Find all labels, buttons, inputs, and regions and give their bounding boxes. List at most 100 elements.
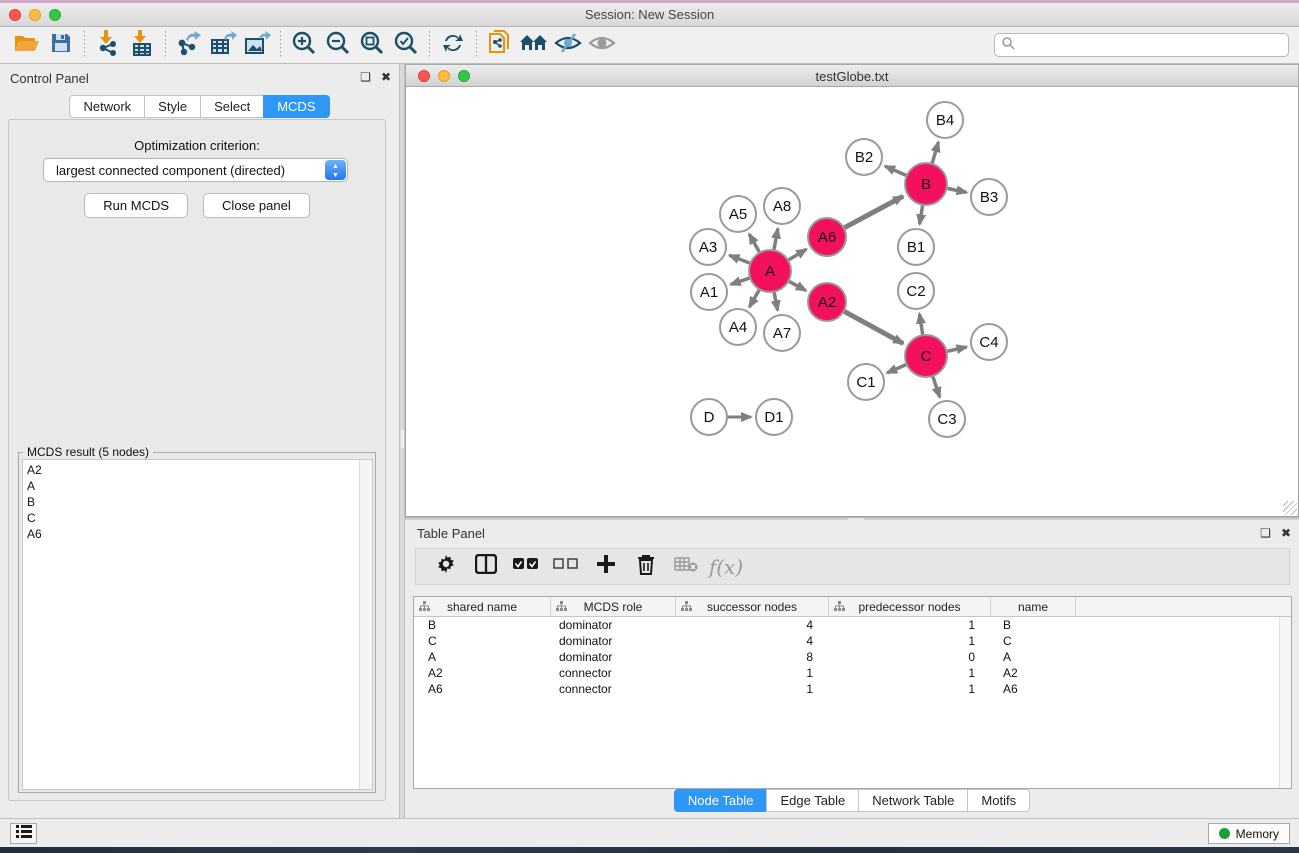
node-A[interactable]: A <box>749 250 791 292</box>
network-window-titlebar[interactable]: testGlobe.txt <box>405 64 1299 87</box>
mcds-result-item[interactable]: C <box>27 510 372 526</box>
node-A8[interactable]: A8 <box>764 188 800 224</box>
node-B[interactable]: B <box>905 163 947 205</box>
node-A3[interactable]: A3 <box>690 229 726 265</box>
node-A2[interactable]: A2 <box>808 283 846 321</box>
cell-name[interactable]: C <box>991 634 1076 648</box>
node-A1[interactable]: A1 <box>691 274 727 310</box>
cell-MCDS-role[interactable]: connector <box>551 666 676 680</box>
column-header-MCDS-role[interactable]: MCDS role <box>551 597 676 616</box>
cell-name[interactable]: A6 <box>991 682 1076 696</box>
close-panel-icon[interactable]: ✖ <box>1281 527 1291 539</box>
edge-A-A5[interactable] <box>749 234 759 253</box>
import-table-button[interactable] <box>125 30 159 60</box>
node-A7[interactable]: A7 <box>764 315 800 351</box>
float-panel-icon[interactable]: ❑ <box>1260 527 1271 539</box>
table-row[interactable]: Cdominator41C <box>414 633 1291 649</box>
column-header-shared-name[interactable]: shared name <box>414 597 551 616</box>
split-view-button[interactable] <box>468 552 504 582</box>
zoom-selected-button[interactable] <box>389 30 423 60</box>
network-canvas[interactable]: AA1A3A5A8A4A7A6A2BB1B2B3B4CC1C2C3C4DD1 <box>405 87 1299 517</box>
edge-B-B2[interactable] <box>885 166 907 175</box>
cell-predecessor-nodes[interactable]: 1 <box>829 618 991 632</box>
zoom-in-button[interactable] <box>287 30 321 60</box>
edge-A-A4[interactable] <box>749 289 759 307</box>
cell-predecessor-nodes[interactable]: 1 <box>829 634 991 648</box>
hide-graphics-button[interactable] <box>551 30 585 60</box>
open-session-button[interactable] <box>10 30 44 60</box>
mcds-result-item[interactable]: A2 <box>27 462 372 478</box>
edge-A-A6[interactable] <box>788 249 806 260</box>
delete-column-button[interactable] <box>628 552 664 582</box>
import-network-button[interactable] <box>91 30 125 60</box>
edge-A-A8[interactable] <box>774 229 778 251</box>
edge-B-B1[interactable] <box>920 205 923 225</box>
edge-C-C1[interactable] <box>887 364 907 373</box>
refresh-button[interactable] <box>436 30 470 60</box>
new-network-button[interactable] <box>483 30 517 60</box>
mcds-result-list[interactable]: A2ABCA6 <box>22 459 373 790</box>
tab-motifs[interactable]: Motifs <box>967 789 1030 812</box>
export-image-button[interactable] <box>240 30 274 60</box>
tab-node-table[interactable]: Node Table <box>674 789 767 812</box>
cell-shared-name[interactable]: B <box>414 618 551 632</box>
cell-shared-name[interactable]: A <box>414 650 551 664</box>
table-row[interactable]: Bdominator41B <box>414 617 1291 633</box>
create-column-button[interactable] <box>588 552 624 582</box>
table-settings-button[interactable] <box>428 552 464 582</box>
column-header-name[interactable]: name <box>991 597 1076 616</box>
cell-name[interactable]: A2 <box>991 666 1076 680</box>
zoom-out-button[interactable] <box>321 30 355 60</box>
tab-mcds[interactable]: MCDS <box>263 95 329 118</box>
column-header-successor-nodes[interactable]: successor nodes <box>676 597 829 616</box>
node-table[interactable]: shared nameMCDS rolesuccessor nodesprede… <box>413 596 1292 789</box>
task-history-button[interactable] <box>10 823 37 844</box>
close-panel-button[interactable]: Close panel <box>203 193 310 218</box>
edge-B-B4[interactable] <box>932 142 938 164</box>
run-mcds-button[interactable]: Run MCDS <box>84 193 188 218</box>
table-row[interactable]: A2connector11A2 <box>414 665 1291 681</box>
edge-A-A1[interactable] <box>731 278 750 285</box>
save-session-button[interactable] <box>44 30 78 60</box>
mcds-result-item[interactable]: A6 <box>27 526 372 542</box>
resize-grip-icon[interactable] <box>1283 501 1297 515</box>
tab-style[interactable]: Style <box>144 95 200 118</box>
edge-B-B3[interactable] <box>947 188 967 192</box>
edge-C-C4[interactable] <box>946 347 966 351</box>
memory-button[interactable]: Memory <box>1208 823 1290 844</box>
cell-successor-nodes[interactable]: 1 <box>676 666 829 680</box>
node-C1[interactable]: C1 <box>848 364 884 400</box>
cell-name[interactable]: B <box>991 618 1076 632</box>
show-graphics-button[interactable] <box>585 30 619 60</box>
export-table-button[interactable] <box>206 30 240 60</box>
node-C3[interactable]: C3 <box>929 401 965 437</box>
cell-successor-nodes[interactable]: 4 <box>676 634 829 648</box>
cell-name[interactable]: A <box>991 650 1076 664</box>
edge-A-A3[interactable] <box>729 255 750 263</box>
export-network-button[interactable] <box>172 30 206 60</box>
cell-MCDS-role[interactable]: dominator <box>551 650 676 664</box>
cell-predecessor-nodes[interactable]: 1 <box>829 666 991 680</box>
node-C4[interactable]: C4 <box>971 324 1007 360</box>
function-builder-button[interactable]: f(x) <box>708 552 744 582</box>
edge-C-C3[interactable] <box>933 376 940 397</box>
cell-MCDS-role[interactable]: connector <box>551 682 676 696</box>
mcds-result-item[interactable]: A <box>27 478 372 494</box>
node-A6[interactable]: A6 <box>808 218 846 256</box>
edge-A6-B[interactable] <box>844 196 903 228</box>
edge-A2-C[interactable] <box>844 311 903 343</box>
cell-successor-nodes[interactable]: 1 <box>676 682 829 696</box>
node-B2[interactable]: B2 <box>846 139 882 175</box>
tab-network-table[interactable]: Network Table <box>858 789 967 812</box>
zoom-fit-button[interactable] <box>355 30 389 60</box>
cell-successor-nodes[interactable]: 4 <box>676 618 829 632</box>
optimization-criterion-select[interactable]: largest connected component (directed) ▲… <box>43 158 348 182</box>
show-all-columns-button[interactable] <box>508 552 544 582</box>
search-field[interactable] <box>994 33 1289 57</box>
node-A5[interactable]: A5 <box>720 196 756 232</box>
mcds-result-item[interactable]: B <box>27 494 372 510</box>
tab-select[interactable]: Select <box>200 95 263 118</box>
cell-shared-name[interactable]: A6 <box>414 682 551 696</box>
delete-table-button[interactable] <box>668 552 704 582</box>
edge-A-A7[interactable] <box>774 292 778 311</box>
